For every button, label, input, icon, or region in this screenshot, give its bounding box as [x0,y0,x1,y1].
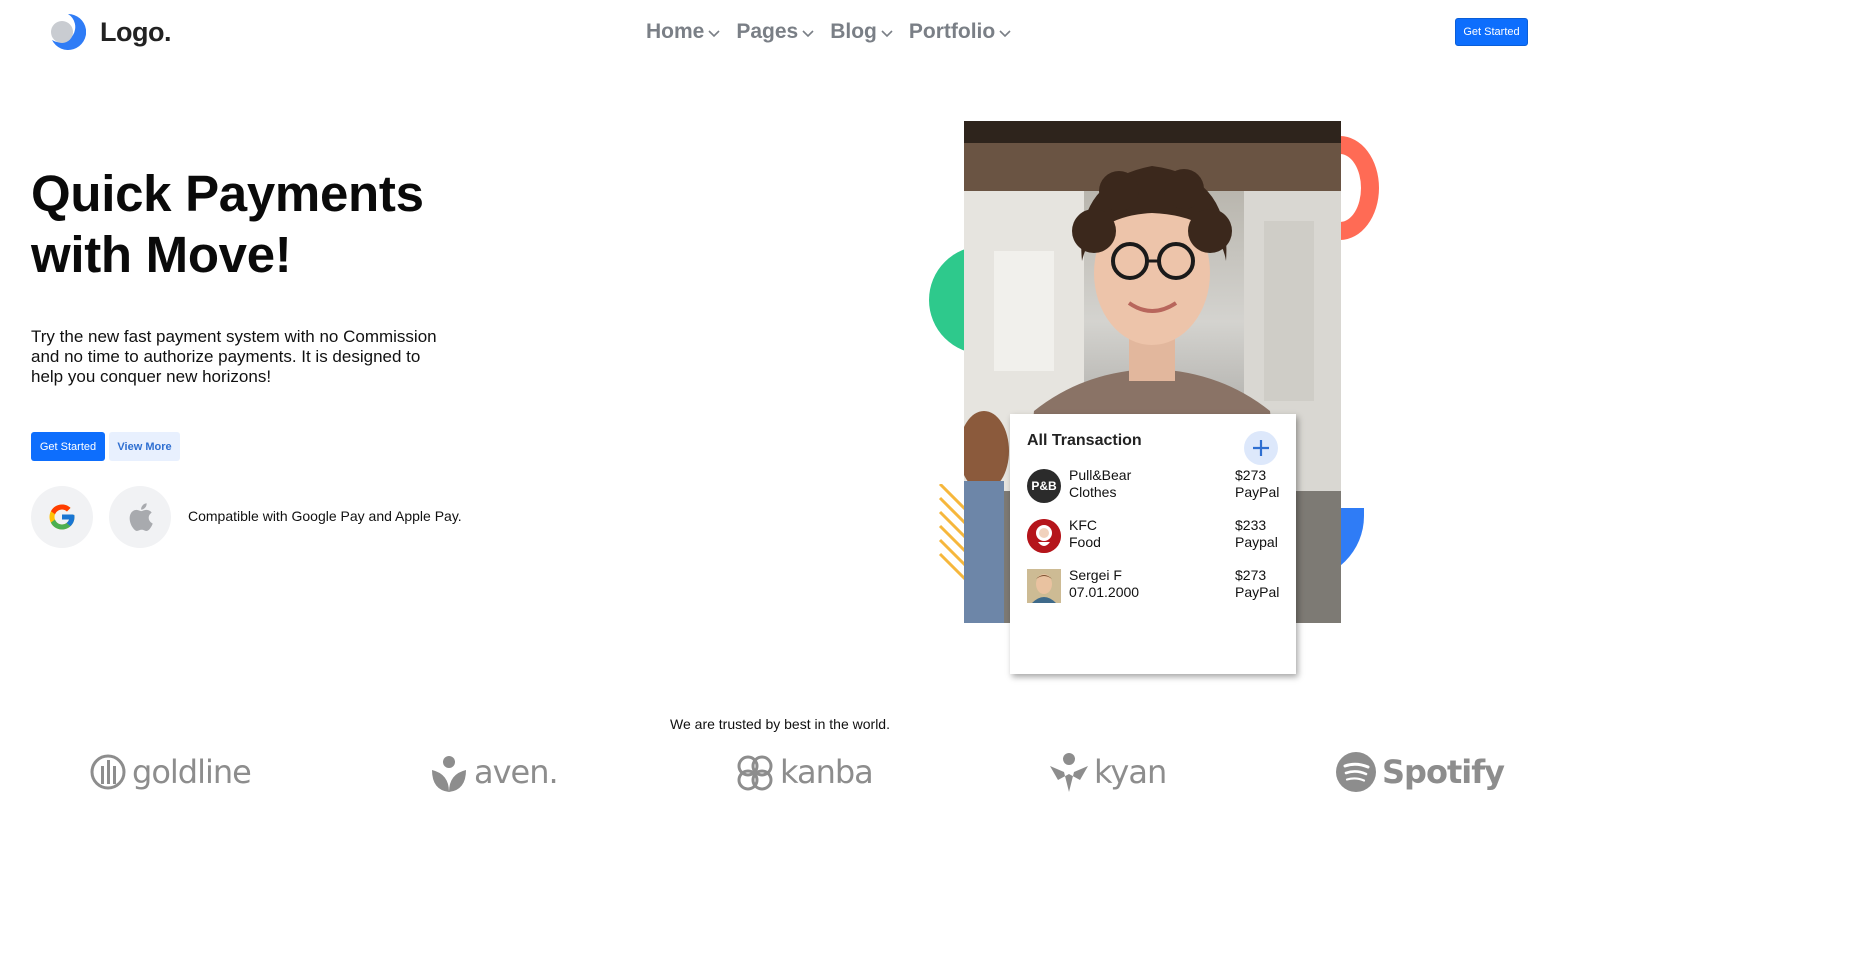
pullbear-avatar: P&B [1027,469,1061,503]
nav-item-home[interactable]: Home [646,20,720,44]
logo-text: Logo. [100,16,171,47]
brand-spotify: Spotify [1336,752,1505,792]
nav-item-portfolio[interactable]: Portfolio [909,20,1011,44]
brand-aven: aven. [430,752,559,792]
transaction-method: PayPal [1235,584,1280,600]
nav-item-pages[interactable]: Pages [736,20,814,44]
transactions-card: All Transaction P&B Pull&Bear Clothes $2… [1010,414,1296,674]
kfc-logo-icon [1027,519,1061,553]
transaction-amount: $273 [1235,567,1267,583]
transaction-name: KFC [1069,517,1097,533]
hero-title-line1: Quick Payments [31,165,424,222]
brand-name: kanba [780,753,874,791]
hero-title-line2: with Move! [31,226,292,283]
header-get-started-button[interactable]: Get Started [1455,18,1528,46]
person-avatar [1027,569,1061,603]
kfc-avatar [1027,519,1061,553]
transaction-amount: $273 [1235,467,1267,483]
logo-icon [48,12,87,52]
transaction-amount: $233 [1235,517,1267,533]
chevron-down-icon [881,30,893,38]
nav-item-blog[interactable]: Blog [830,20,893,44]
chevron-down-icon [999,30,1011,38]
chevron-down-icon [802,30,814,38]
kyan-logo-icon [1050,753,1088,792]
transaction-row[interactable]: KFC Food $233 Paypal [1027,517,1279,553]
transaction-category: Food [1069,534,1101,550]
transaction-row[interactable]: P&B Pull&Bear Clothes $273 PayPal [1027,467,1279,503]
person-photo-icon [1027,569,1061,603]
plus-icon [1253,440,1269,456]
main-nav: Home Pages Blog Portfolio [646,20,1011,44]
view-more-button[interactable]: View More [109,432,180,461]
brand-kanba: kanba [736,752,874,792]
transaction-name: Pull&Bear [1069,467,1132,483]
brand-name: aven. [474,753,559,791]
google-icon [49,504,75,530]
transaction-date: 07.01.2000 [1069,584,1140,600]
brand-kyan: kyan [1050,752,1167,792]
kanba-logo-icon [737,755,773,791]
spotify-logo-icon [1336,752,1376,792]
pullbear-avatar-text: P&B [1031,479,1057,493]
nav-item-label: Home [646,20,705,43]
brand-name: kyan [1094,753,1167,791]
brand-goldline: goldline [90,752,252,792]
nav-item-label: Portfolio [908,20,996,43]
aven-logo-icon [432,756,466,792]
get-started-button[interactable]: Get Started [31,432,105,461]
hero-title: Quick Payments with Move! [31,163,511,285]
chevron-down-icon [708,30,720,38]
hero-description: Try the new fast payment system with no … [31,327,437,386]
card-title: All Transaction [1027,432,1142,449]
nav-item-label: Pages [736,20,799,43]
nav-item-label: Blog [830,20,877,43]
transaction-method: PayPal [1235,484,1280,500]
brand-name: Spotify [1382,753,1505,791]
transaction-category: Clothes [1069,484,1117,500]
transaction-row[interactable]: Sergei F 07.01.2000 $273 PayPal [1027,567,1279,603]
logo[interactable]: Logo. [48,12,171,52]
add-transaction-button[interactable] [1244,431,1278,465]
trusted-text: We are trusted by best in the world. [670,716,890,732]
apple-pay-badge [109,486,171,548]
google-pay-badge [31,486,93,548]
compatibility-text: Compatible with Google Pay and Apple Pay… [188,508,462,524]
transaction-method: Paypal [1235,534,1278,550]
transaction-name: Sergei F [1069,567,1122,583]
brand-name: goldline [132,753,252,791]
apple-icon [129,503,153,531]
goldline-logo-icon [90,754,126,790]
